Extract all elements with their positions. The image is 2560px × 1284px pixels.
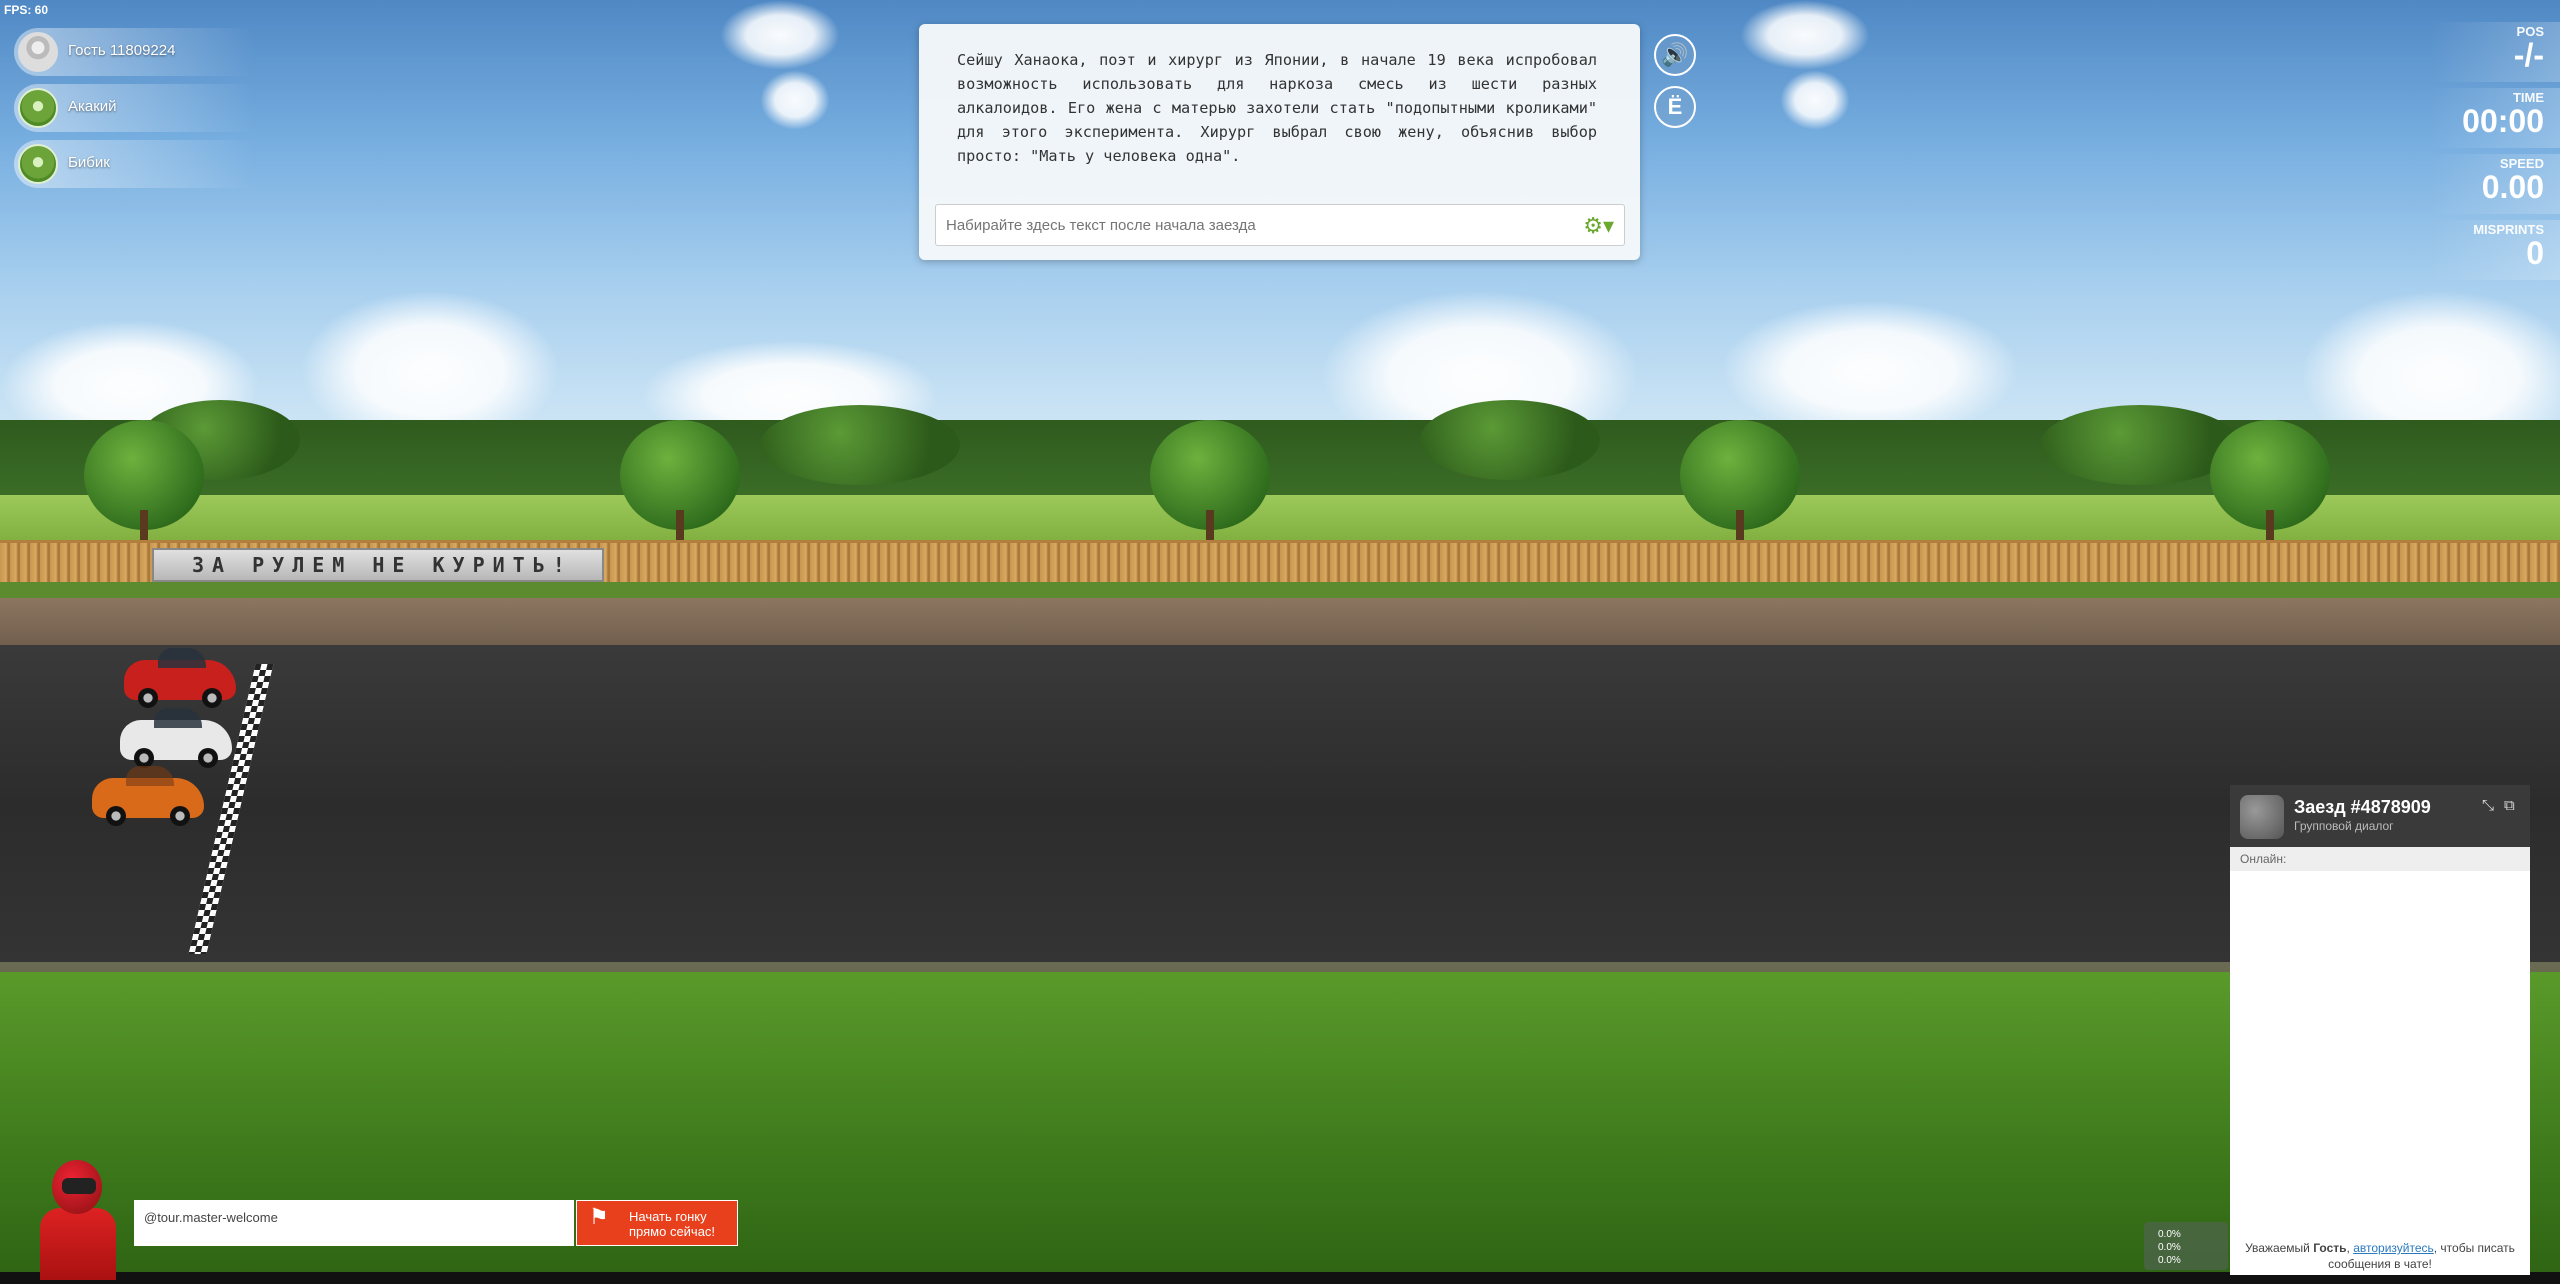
robot-avatar-icon: [18, 88, 58, 128]
car-wheel: [134, 748, 154, 768]
player-row[interactable]: Гость 11809224: [14, 28, 254, 76]
bottom-bar: [0, 1272, 2560, 1284]
mini-progress-widget: 0.0% 0.0% 0.0%: [2144, 1222, 2228, 1270]
notice-guest: Гость: [2313, 1241, 2347, 1255]
mini-progress-row: 0.0%: [2158, 1229, 2181, 1240]
car-opponent-2: [92, 766, 204, 826]
chat-header: Заезд #4878909 Групповой диалог ⤡ ⧉: [2230, 785, 2530, 847]
time-label: TIME: [2512, 90, 2544, 105]
car-cabin: [154, 708, 202, 728]
car-player: [124, 648, 236, 708]
popout-icon[interactable]: ⧉: [2504, 797, 2515, 814]
flag-icon: ⚑: [589, 1204, 609, 1229]
race-text: Сейшу Ханаока, поэт и хирург из Японии, …: [957, 51, 1597, 165]
start-race-line2: прямо сейчас!: [629, 1224, 716, 1239]
user-avatar-icon: [18, 32, 58, 72]
typing-input-box[interactable]: ⚙▾: [935, 204, 1625, 246]
car-cabin: [126, 766, 174, 786]
chat-panel: Заезд #4878909 Групповой диалог ⤡ ⧉ Онла…: [2230, 785, 2530, 1275]
notice-prefix: Уважаемый: [2245, 1241, 2314, 1255]
start-race-button[interactable]: ⚑ Начать гонку прямо сейчас!: [576, 1200, 738, 1246]
player-row[interactable]: Бибик: [14, 140, 254, 188]
misprints-stat: MISPRINTS 0: [2473, 222, 2544, 269]
car-cabin: [158, 648, 206, 668]
typing-input[interactable]: [944, 205, 1548, 245]
tree: [1420, 400, 1600, 480]
cloud: [720, 0, 840, 70]
group-avatar-icon: [2240, 795, 2284, 839]
player-name: Бибик: [68, 154, 110, 171]
roadside-dirt: [0, 598, 2560, 650]
car-wheel: [138, 688, 158, 708]
racer-visor: [62, 1178, 96, 1194]
speed-label: SPEED: [2499, 156, 2544, 171]
time-value: 00:00: [2462, 103, 2544, 139]
car-opponent-1: [120, 708, 232, 768]
chat-title: Заезд #4878909: [2294, 797, 2431, 817]
robot-avatar-icon: [18, 144, 58, 184]
minimize-icon[interactable]: ⤡: [2482, 797, 2494, 814]
tree: [760, 405, 960, 485]
gears-icon[interactable]: ⚙▾: [1583, 213, 1614, 239]
pos-value: -/-: [2513, 37, 2544, 73]
pos-stat: POS -/-: [2514, 24, 2544, 71]
misprints-value: 0: [2526, 235, 2544, 271]
time-stat: TIME 00:00: [2462, 90, 2544, 137]
chat-login-notice: Уважаемый Гость, авторизуйтесь, чтобы пи…: [2230, 1240, 2530, 1272]
yo-toggle-button[interactable]: Ё: [1654, 86, 1696, 128]
car-wheel: [170, 806, 190, 826]
chat-subtitle: Групповой диалог: [2294, 819, 2394, 833]
road-edge: [0, 962, 2560, 972]
speed-value: 0.00: [2481, 169, 2544, 205]
start-race-line1: Начать гонку: [629, 1209, 707, 1224]
player-row[interactable]: Акакий: [14, 84, 254, 132]
car-wheel: [202, 688, 222, 708]
player-name: Акакий: [68, 98, 117, 115]
mini-progress-row: 0.0%: [2158, 1242, 2181, 1253]
fps-counter: FPS: 60: [4, 3, 49, 17]
pos-label: POS: [2516, 24, 2544, 39]
racer-mascot: [22, 1160, 132, 1280]
promo-channel: @tour.master-welcome: [134, 1200, 574, 1246]
car-wheel: [198, 748, 218, 768]
cloud: [760, 70, 830, 130]
login-link[interactable]: авторизуйтесь: [2353, 1241, 2434, 1255]
fence-banner: ЗА РУЛЕМ НЕ КУРИТЬ!: [152, 548, 604, 582]
cloud: [1720, 300, 2020, 440]
mini-progress-row: 0.0%: [2158, 1255, 2181, 1266]
pasture: [0, 495, 2560, 545]
race-text-panel: Сейшу Ханаока, поэт и хирург из Японии, …: [919, 24, 1640, 260]
chat-online-label: Онлайн:: [2230, 847, 2530, 871]
race-track: [0, 645, 2560, 965]
misprints-label: MISPRINTS: [2473, 222, 2544, 237]
promo-bar: @tour.master-welcome ⚑ Начать гонку прям…: [134, 1200, 738, 1246]
racer-body: [40, 1208, 116, 1280]
speed-stat: SPEED 0.00: [2482, 156, 2544, 203]
car-wheel: [106, 806, 126, 826]
player-name: Гость 11809224: [68, 42, 176, 59]
cloud: [1780, 70, 1850, 130]
cloud: [1740, 0, 1870, 70]
speaker-icon[interactable]: 🔊: [1654, 34, 1696, 76]
